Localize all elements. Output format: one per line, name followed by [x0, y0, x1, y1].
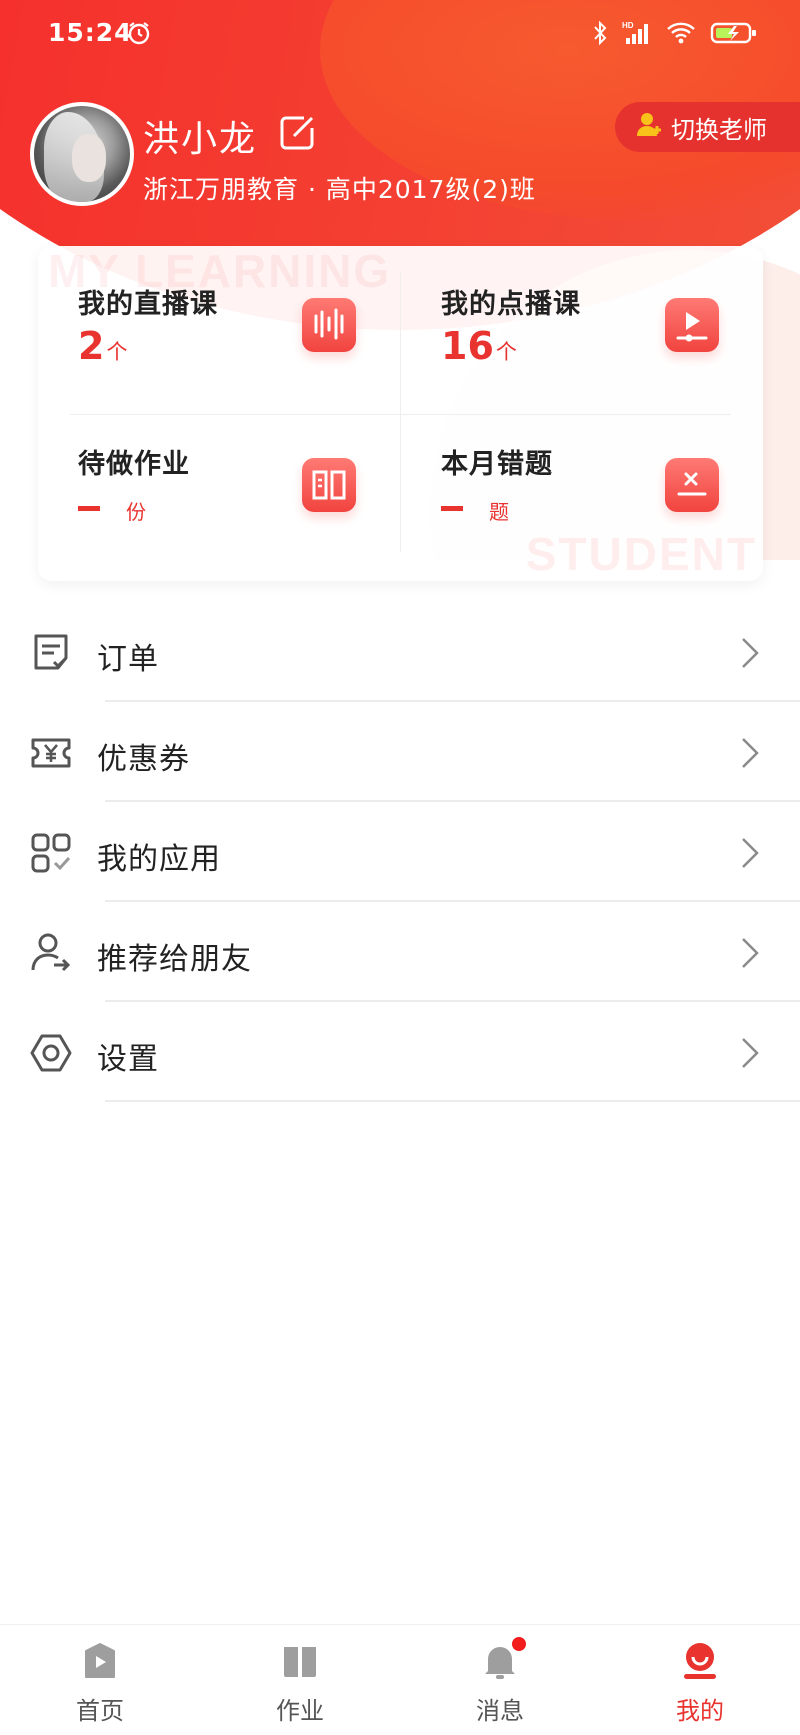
bluetooth-icon	[592, 20, 608, 50]
live-course-count: 2	[78, 324, 105, 368]
profile-icon	[680, 1641, 720, 1681]
unread-badge	[510, 1635, 528, 1653]
vod-course-count: 16	[441, 324, 494, 368]
my-learning-card: MY LEARNING STUDENT 我的直播课 2个 我的点播课 16个 待…	[38, 246, 763, 581]
vod-course-unit: 个	[495, 340, 517, 364]
wrong-questions-cell[interactable]: 本月错题 题	[401, 406, 763, 566]
alarm-icon	[126, 20, 152, 50]
tab-messages-label: 消息	[476, 1697, 524, 1725]
menu-label-my-apps: 我的应用	[97, 842, 221, 877]
home-play-icon	[80, 1641, 120, 1681]
live-course-unit: 个	[106, 340, 128, 364]
wrong-questions-unit: 题	[489, 500, 509, 524]
user-name: 洪小龙	[143, 119, 258, 160]
vod-course-title: 我的点播课	[441, 289, 581, 320]
school-class-info: 浙江万朋教育 · 高中2017级(2)班	[143, 175, 536, 204]
chevron-right-icon	[740, 936, 760, 974]
wrong-questions-icon	[665, 458, 719, 512]
pending-homework-unit: 份	[126, 500, 146, 524]
settings-icon	[30, 1032, 72, 1074]
menu-item-recommend[interactable]: 推荐给朋友	[0, 902, 800, 1002]
menu-label-orders: 订单	[97, 642, 159, 677]
edit-profile-icon[interactable]	[278, 114, 316, 156]
bell-icon	[480, 1635, 528, 1681]
menu-item-coupons[interactable]: 优惠券	[0, 702, 800, 802]
tab-homework-label: 作业	[276, 1697, 324, 1725]
coupon-icon	[30, 732, 72, 774]
menu-item-settings[interactable]: 设置	[0, 1002, 800, 1102]
switch-teacher-button[interactable]: 切换老师	[615, 102, 800, 152]
signal-icon: HD	[622, 20, 652, 50]
menu-item-orders[interactable]: 订单	[0, 602, 800, 702]
pending-homework-cell[interactable]: 待做作业 份	[38, 406, 400, 566]
vod-course-icon	[665, 298, 719, 352]
tab-profile[interactable]: 我的	[650, 1641, 750, 1726]
menu-item-my-apps[interactable]: 我的应用	[0, 802, 800, 902]
pending-homework-title: 待做作业	[78, 449, 190, 480]
chevron-right-icon	[740, 1036, 760, 1074]
tab-messages[interactable]: 消息	[450, 1635, 550, 1726]
menu-label-coupons: 优惠券	[97, 742, 190, 777]
svg-text:HD: HD	[622, 21, 634, 30]
wifi-icon	[666, 20, 696, 50]
menu-label-recommend: 推荐给朋友	[97, 942, 252, 977]
chevron-right-icon	[740, 736, 760, 774]
live-course-title: 我的直播课	[78, 289, 218, 320]
teacher-user-icon	[635, 110, 663, 144]
wrong-questions-title: 本月错题	[441, 449, 553, 480]
share-friend-icon	[30, 932, 72, 974]
tab-home-label: 首页	[76, 1697, 124, 1725]
order-icon	[30, 632, 72, 674]
tab-homework[interactable]: 作业	[250, 1641, 350, 1726]
homework-book-icon	[302, 458, 356, 512]
chevron-right-icon	[740, 836, 760, 874]
vod-course-cell[interactable]: 我的点播课 16个	[401, 246, 763, 406]
switch-teacher-label: 切换老师	[671, 115, 767, 144]
apps-icon	[30, 832, 72, 874]
avatar[interactable]	[30, 102, 134, 206]
live-course-icon	[302, 298, 356, 352]
homework-icon	[280, 1641, 320, 1681]
status-bar: 15:24 HD	[0, 0, 800, 70]
settings-menu: 订单 优惠券 我的应用 推荐给朋友 设置	[0, 602, 800, 1102]
battery-icon	[710, 20, 758, 50]
tab-profile-label: 我的	[676, 1697, 724, 1725]
live-course-cell[interactable]: 我的直播课 2个	[38, 246, 400, 406]
menu-label-settings: 设置	[97, 1042, 159, 1077]
chevron-right-icon	[740, 636, 760, 674]
bottom-tab-bar: 首页 作业 消息 我的	[0, 1624, 800, 1735]
status-time: 15:24	[48, 18, 133, 47]
tab-home[interactable]: 首页	[50, 1641, 150, 1726]
